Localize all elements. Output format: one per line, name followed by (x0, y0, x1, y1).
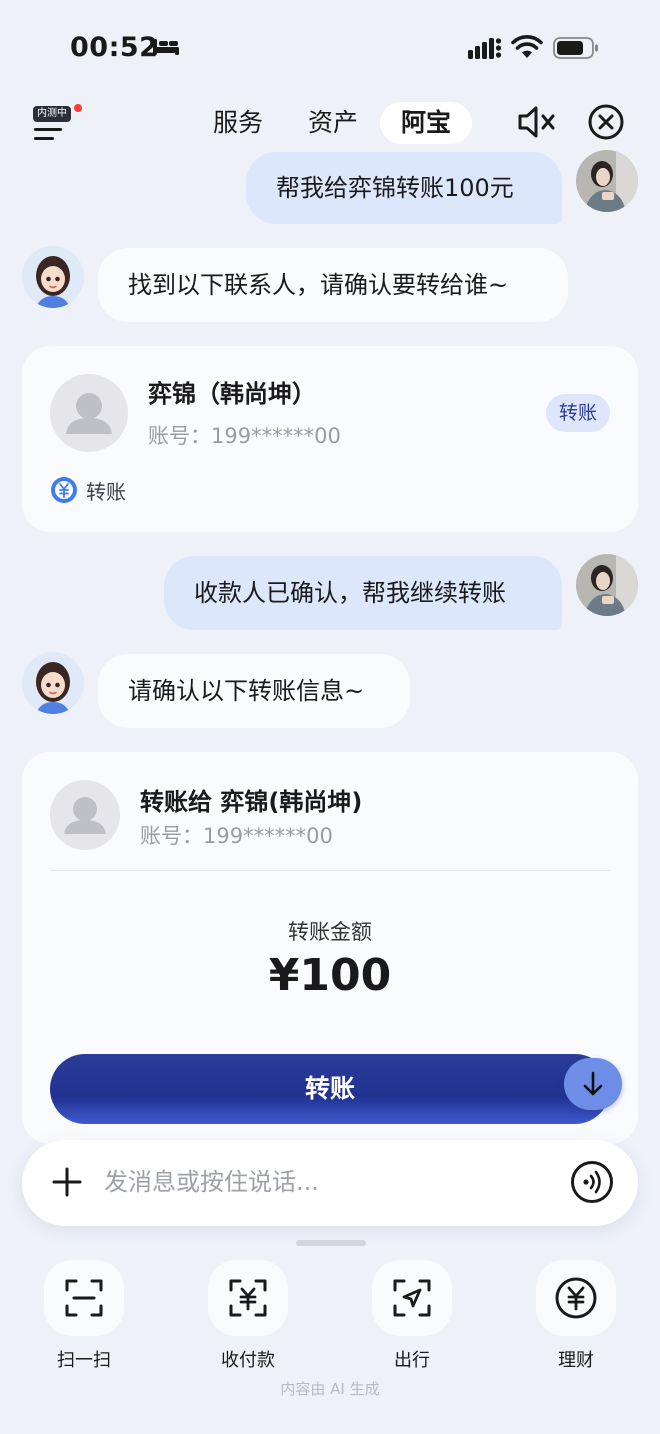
message-input[interactable]: 发消息或按住说话... (104, 1164, 319, 1200)
message-text: 请确认以下转账信息~ (128, 677, 365, 705)
quick-action-travel[interactable]: 出行 (372, 1260, 452, 1372)
transfer-tag-button[interactable]: 转账 (546, 394, 610, 432)
arrow-down-icon (583, 1071, 603, 1096)
recipient-name: 转账给 弈锦(韩尚坤) (140, 788, 363, 816)
ai-generated-note: 内容由 AI 生成 (280, 1380, 380, 1398)
tab-assets[interactable]: 资产 (303, 102, 363, 144)
yuan-circle-icon (51, 477, 77, 503)
plus-icon[interactable] (52, 1167, 82, 1197)
message-text: 收款人已确认，帮我继续转账 (194, 579, 506, 607)
amount-label: 转账金额 (288, 920, 372, 944)
menu-icon (34, 128, 62, 146)
quick-action-payment[interactable]: 收付款 (208, 1260, 288, 1372)
user-message: 收款人已确认，帮我继续转账 (164, 556, 562, 630)
speaker-muted-icon[interactable] (516, 104, 558, 140)
drag-handle[interactable] (296, 1240, 366, 1246)
quick-action-icon-box (372, 1260, 452, 1336)
quick-action-label: 出行 (394, 1350, 430, 1371)
user-avatar (576, 554, 638, 616)
notification-dot (74, 104, 82, 112)
bot-avatar (22, 246, 84, 308)
message-text: 找到以下联系人，请确认要转给谁~ (128, 271, 509, 299)
status-time: 00:52 (70, 32, 159, 63)
transfer-button[interactable]: 转账 (50, 1054, 610, 1124)
message-input-bar: 发消息或按住说话... (22, 1140, 638, 1226)
contact-name: 弈锦（韩尚坤） (148, 380, 316, 408)
voice-icon[interactable] (570, 1160, 614, 1204)
service-tag-label: 转账 (86, 479, 126, 504)
bot-message: 请确认以下转账信息~ (98, 654, 410, 728)
bot-message: 找到以下联系人，请确认要转给谁~ (98, 248, 568, 322)
quick-action-icon-box (208, 1260, 288, 1336)
amount-value: ¥100 (268, 950, 392, 1001)
quick-action-scan[interactable]: 扫一扫 (44, 1260, 124, 1372)
yuan-circle-icon (555, 1277, 597, 1319)
user-avatar (576, 150, 638, 212)
wifi-icon (511, 35, 543, 58)
message-text: 帮我给弈锦转账100元 (276, 174, 514, 202)
contact-account: 账号：199******00 (148, 424, 341, 448)
status-bar: 00:52 (0, 0, 660, 96)
close-icon[interactable] (586, 102, 626, 142)
user-message: 帮我给弈锦转账100元 (246, 152, 562, 224)
recipient-account: 账号：199******00 (140, 824, 333, 848)
cellular-signal-icon (468, 38, 502, 59)
quick-action-wealth[interactable]: 理财 (536, 1260, 616, 1372)
battery-icon (553, 37, 598, 59)
service-tag: 转账 (50, 474, 126, 506)
quick-action-label: 扫一扫 (57, 1350, 111, 1371)
menu-button[interactable]: 内测中 (30, 100, 82, 148)
scroll-down-button[interactable] (564, 1058, 622, 1110)
bot-avatar (22, 652, 84, 714)
quick-action-label: 理财 (558, 1350, 594, 1371)
tab-abao[interactable]: 阿宝 (380, 102, 472, 144)
recipient-avatar (50, 780, 120, 850)
contact-card[interactable]: 弈锦（韩尚坤） 账号：199******00 转账 转账 (22, 346, 638, 532)
top-nav: 内测中 服务 资产 阿宝 (0, 96, 660, 152)
payment-qr-icon (229, 1279, 267, 1317)
contact-avatar (50, 374, 128, 452)
quick-action-icon-box (44, 1260, 124, 1336)
beta-badge: 内测中 (33, 106, 71, 122)
scan-icon (65, 1279, 103, 1317)
transfer-confirm-card: 转账给 弈锦(韩尚坤) 账号：199******00 转账金额 ¥100 转账 (22, 752, 638, 1144)
divider (50, 870, 610, 871)
sleep-mode-icon (153, 39, 179, 55)
tab-services[interactable]: 服务 (208, 102, 268, 144)
quick-action-icon-box (536, 1260, 616, 1336)
quick-action-label: 收付款 (221, 1350, 275, 1371)
navigation-icon (393, 1279, 431, 1317)
